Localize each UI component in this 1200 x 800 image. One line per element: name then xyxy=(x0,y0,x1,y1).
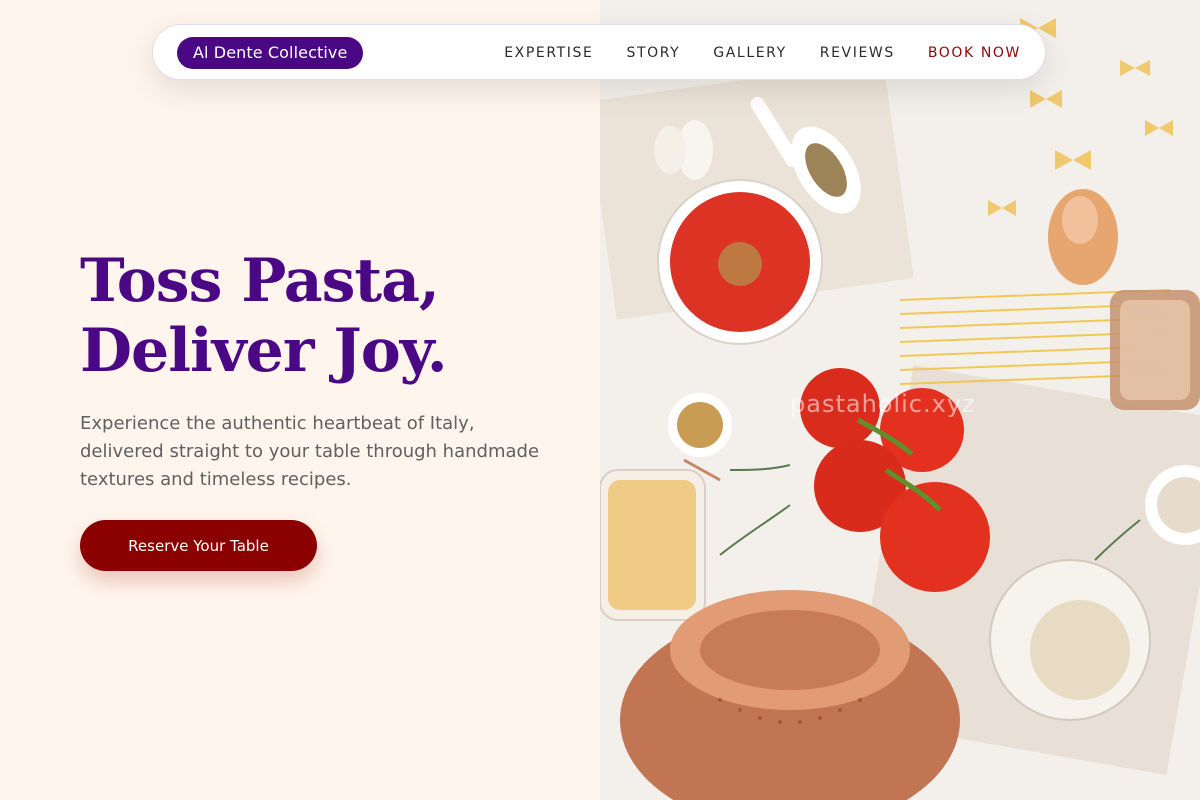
onion xyxy=(1048,189,1118,285)
book-now-link[interactable]: BOOK NOW xyxy=(928,45,1021,61)
spice-bowl xyxy=(668,393,732,457)
hero-title-line-1: Toss Pasta, xyxy=(80,246,440,316)
image-watermark: pastaholic.xyz xyxy=(790,390,976,418)
nav-reviews-link[interactable]: REVIEWS xyxy=(820,45,895,61)
nav-story-link[interactable]: STORY xyxy=(626,45,680,61)
top-navigation: Al Dente Collective EXPERTISE STORY GALL… xyxy=(152,24,1046,80)
tomato-sauce-bowl xyxy=(657,179,823,345)
hero-title: Toss Pasta, Deliver Joy. xyxy=(80,246,580,386)
garlic-clove xyxy=(654,120,713,180)
nav-expertise-link[interactable]: EXPERTISE xyxy=(504,45,593,61)
glass-jar-right xyxy=(989,559,1151,721)
hero-title-line-2: Deliver Joy. xyxy=(80,316,448,386)
hero-description: Experience the authentic heartbeat of It… xyxy=(80,413,540,490)
farfalle-jar xyxy=(600,458,721,621)
nav-gallery-link[interactable]: GALLERY xyxy=(713,45,786,61)
hero-left-panel xyxy=(0,0,600,800)
nav-links: EXPERTISE STORY GALLERY REVIEWS BOOK NOW xyxy=(504,25,1021,81)
reserve-table-button[interactable]: Reserve Your Table xyxy=(80,520,317,571)
brand-logo[interactable]: Al Dente Collective xyxy=(177,37,364,69)
pasta-ingredients-photo: pastaholic.xyz xyxy=(600,0,1200,800)
